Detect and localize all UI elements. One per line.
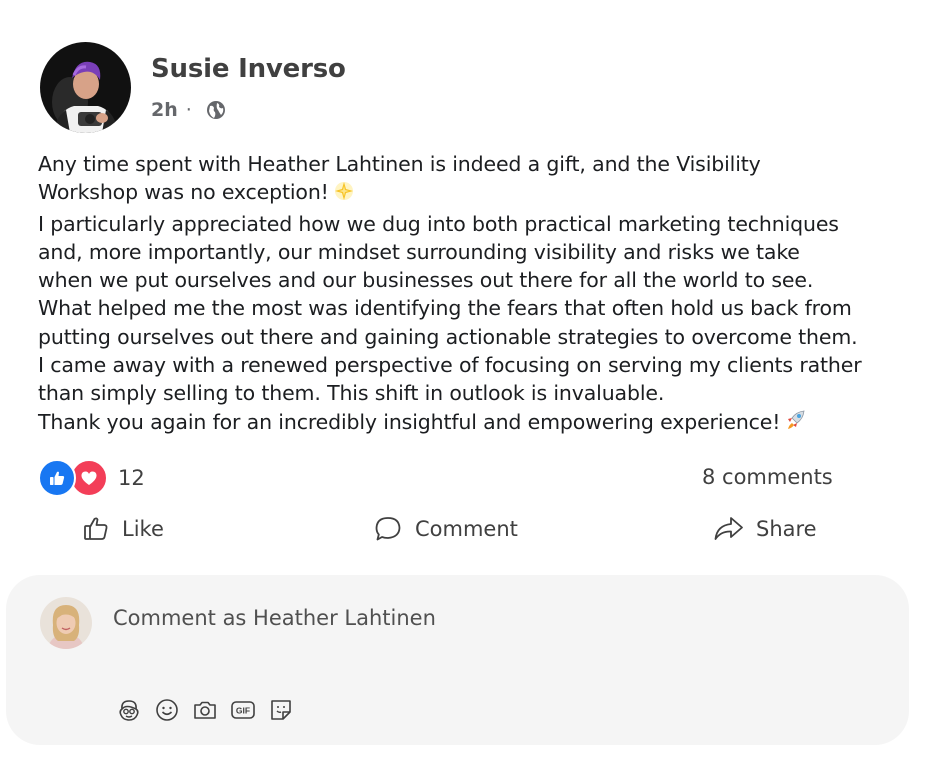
comment-button[interactable]: Comment <box>374 515 518 542</box>
gif-icon[interactable]: GIF <box>230 697 256 723</box>
post-body: Any time spent with Heather Lahtinen is … <box>38 150 908 439</box>
emoji-icon[interactable] <box>154 697 180 723</box>
post-meta: 2h · <box>151 99 226 121</box>
post-line: Workshop was no exception! <box>38 178 908 209</box>
comment-bubble-icon <box>375 517 401 541</box>
post-line: I came away with a renewed perspective o… <box>38 353 862 378</box>
author-name[interactable]: Susie Inverso <box>151 54 346 84</box>
comment-input[interactable]: Comment as Heather Lahtinen <box>113 606 436 630</box>
post-line-text: Workshop was no exception! <box>38 180 329 205</box>
globe-icon[interactable] <box>206 100 226 120</box>
comments-count-link[interactable]: 8 comments <box>702 465 833 489</box>
share-arrow-icon <box>714 517 743 540</box>
meta-separator: · <box>185 99 192 121</box>
reaction-summary[interactable]: 12 <box>38 459 145 497</box>
post-line-text: Thank you again for an incredibly insigh… <box>38 409 781 434</box>
like-reaction-icon <box>38 459 76 497</box>
reaction-count[interactable]: 12 <box>118 466 145 490</box>
comment-label: Comment <box>415 516 518 541</box>
post-timestamp[interactable]: 2h <box>151 99 178 121</box>
thumbs-up-icon <box>84 517 108 540</box>
post-line: when we put ourselves and our businesses… <box>38 268 814 293</box>
composer-toolbar: GIF <box>116 697 294 723</box>
sticker-icon[interactable] <box>268 697 294 723</box>
author-avatar[interactable] <box>40 42 131 133</box>
comment-composer[interactable]: Comment as Heather Lahtinen GIF <box>6 575 909 745</box>
share-button[interactable]: Share <box>713 515 817 542</box>
commenter-avatar <box>40 597 92 649</box>
like-label: Like <box>122 516 164 541</box>
camera-icon[interactable] <box>192 697 218 723</box>
svg-text:GIF: GIF <box>236 706 250 716</box>
post-line: I particularly appreciated how we dug in… <box>38 211 839 236</box>
post-line: Thank you again for an incredibly insigh… <box>38 408 908 439</box>
post-line: than simply selling to them. This shift … <box>38 381 665 406</box>
avatar-sticker-icon[interactable] <box>116 697 142 723</box>
like-button[interactable]: Like <box>83 515 164 542</box>
facebook-post: Susie Inverso 2h · Any time spent with H… <box>0 0 926 780</box>
post-line: Any time spent with Heather Lahtinen is … <box>38 152 761 176</box>
glowing-star-icon <box>333 180 355 209</box>
share-label: Share <box>756 516 817 541</box>
rocket-icon <box>784 408 808 439</box>
post-line: and, more importantly, our mindset surro… <box>38 239 800 264</box>
post-line: What helped me the most was identifying … <box>38 296 852 321</box>
post-line: putting ourselves out there and gaining … <box>38 324 858 349</box>
